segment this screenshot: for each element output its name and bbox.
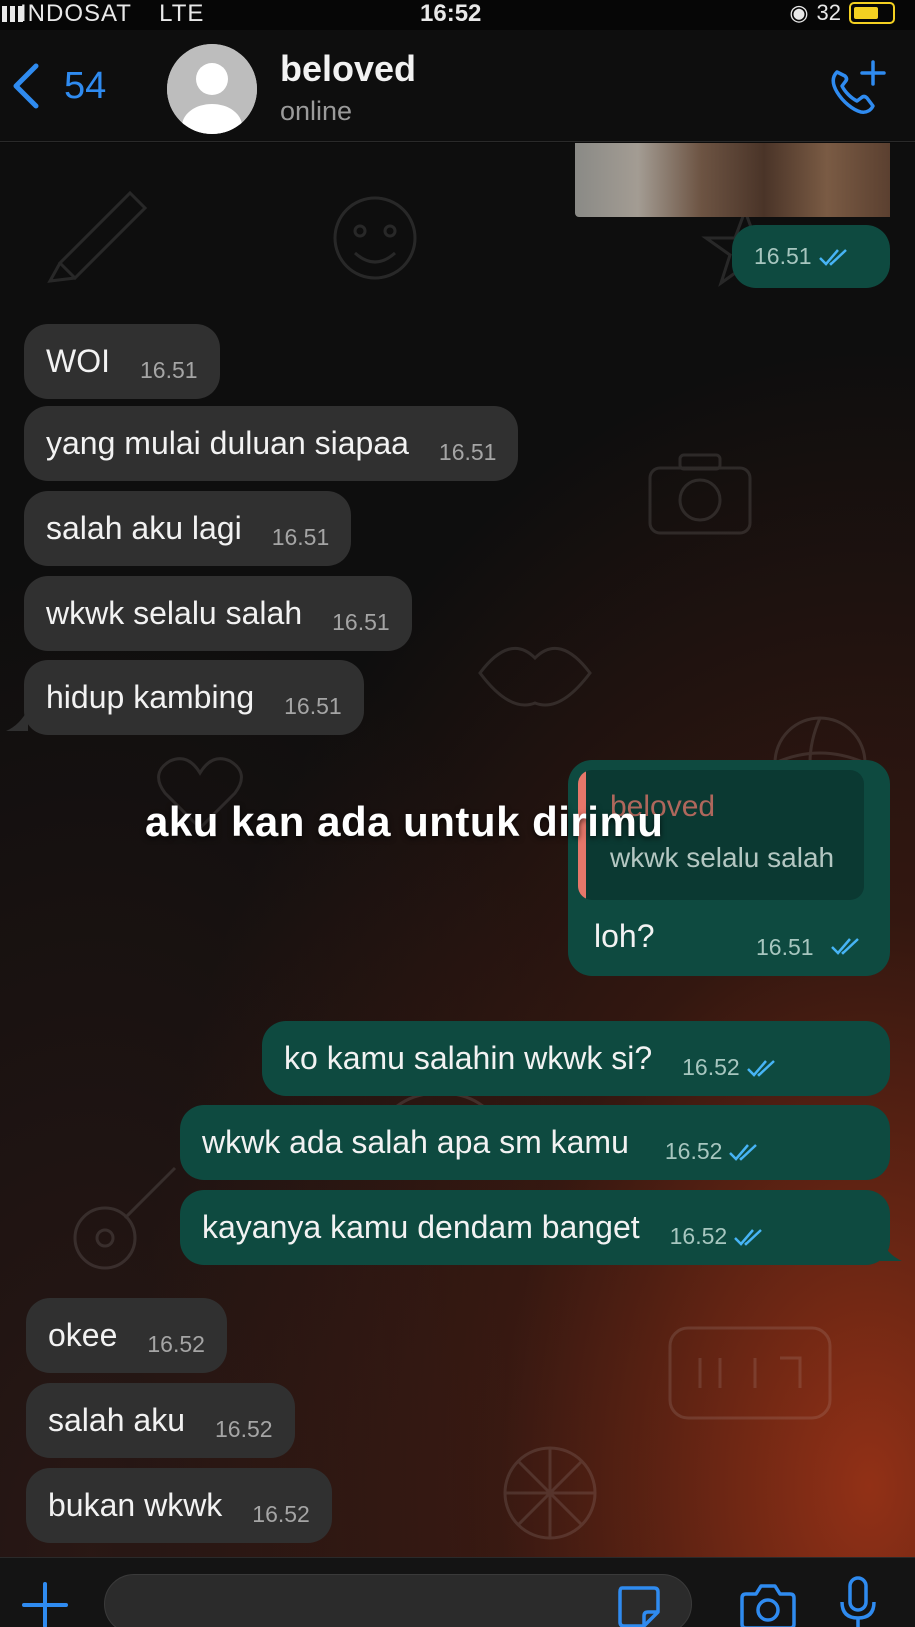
outgoing-message[interactable]: ko kamu salahin wkwk si? 16.52 [262, 1021, 890, 1096]
outgoing-message[interactable]: wkwk ada salah apa sm kamu 16.52 [180, 1105, 890, 1180]
bubble-tail [880, 1239, 902, 1261]
message-time: 16.52 [214, 1416, 273, 1442]
incoming-message[interactable]: wkwk selalu salah 16.51 [24, 576, 412, 651]
message-text: wkwk ada salah apa sm kamu [202, 1124, 629, 1160]
message-text: wkwk selalu salah [46, 595, 303, 631]
message-text: salah aku lagi [46, 510, 242, 546]
bubble-tail [6, 709, 28, 731]
message-time: 16.51 [332, 609, 390, 635]
carrier-name: INDOSAT LTE [20, 0, 204, 28]
chat-header: 54 beloved online [0, 30, 915, 142]
message-time: 16.52 [664, 1138, 723, 1164]
message-time: 16.52 [682, 1054, 740, 1080]
read-ticks-icon [729, 1143, 758, 1161]
back-button[interactable]: 54 [8, 60, 106, 112]
incoming-message[interactable]: bukan wkwk 16.52 [26, 1468, 332, 1543]
read-ticks-icon [746, 1059, 775, 1077]
message-input-bar [0, 1557, 915, 1627]
message-text: hidup kambing [46, 679, 255, 715]
message-time: 16.52 [147, 1331, 205, 1357]
battery-percent: 32 [816, 0, 841, 25]
unread-count: 54 [64, 64, 107, 107]
wallpaper-doodle-camera-icon [648, 453, 752, 535]
status-bar: INDOSAT LTE 16:52 ◉ 32 [0, 0, 915, 30]
wallpaper-doodle-pencil-icon [47, 190, 148, 283]
message-time: 16.51 [271, 524, 330, 550]
message-text: ko kamu salahin wkwk si? [284, 1040, 653, 1076]
message-text: yang mulai duluan siapaa [46, 425, 409, 461]
incoming-message[interactable]: salah aku lagi 16.51 [24, 491, 352, 566]
read-ticks-icon [734, 1228, 763, 1246]
message-time: 16.51 [756, 934, 814, 960]
message-text: bukan wkwk [48, 1487, 223, 1523]
contact-avatar[interactable] [167, 44, 257, 134]
carrier-label: INDOSAT [20, 0, 132, 27]
message-time: 16.51 [139, 357, 198, 383]
incoming-message[interactable]: salah aku 16.52 [26, 1383, 295, 1458]
message-input[interactable] [104, 1574, 692, 1627]
network-type: LTE [159, 0, 205, 27]
photo-message[interactable] [575, 143, 890, 217]
battery-icon [849, 2, 895, 24]
message-text: okee [48, 1317, 118, 1353]
message-time: 16.52 [669, 1223, 728, 1249]
quote-text: wkwk selalu salah [610, 842, 835, 873]
microphone-icon[interactable] [838, 1576, 878, 1627]
message-text: salah aku [48, 1402, 185, 1438]
incoming-message[interactable]: WOI 16.51 [24, 324, 220, 399]
status-time: 16:52 [420, 0, 482, 27]
message-text: loh? [594, 918, 655, 954]
message-time: 16.51 [754, 243, 812, 269]
wallpaper-doodle-clock-icon [668, 1326, 832, 1420]
message-text: WOI [46, 343, 110, 379]
wallpaper-doodle-face-icon [333, 196, 417, 280]
plus-icon[interactable] [20, 1580, 70, 1627]
wallpaper-doodle-lips-icon [478, 647, 592, 707]
overlay-caption: aku kan ada untuk dirimu [145, 798, 664, 845]
camera-icon[interactable] [740, 1580, 796, 1627]
photo-caption-bubble[interactable]: 16.51 [732, 225, 890, 288]
add-call-icon[interactable] [823, 58, 887, 118]
orientation-lock-icon: ◉ [789, 0, 809, 25]
chat-area[interactable]: 16.51 WOI 16.51 yang mulai duluan siapaa… [0, 143, 915, 1557]
default-avatar-icon [167, 44, 257, 134]
incoming-message[interactable]: okee 16.52 [26, 1298, 227, 1373]
incoming-message[interactable]: yang mulai duluan siapaa 16.51 [24, 406, 519, 481]
read-ticks-icon [831, 938, 859, 955]
message-time: 16.51 [284, 693, 342, 719]
outgoing-message[interactable]: kayanya kamu dendam banget 16.52 [180, 1190, 890, 1265]
message-text: kayanya kamu dendam banget [202, 1209, 640, 1245]
wallpaper-doodle-guitar-icon [73, 1166, 177, 1270]
contact-status: online [280, 96, 353, 126]
read-ticks-icon [818, 248, 847, 266]
status-right-icons: ◉ 32 [789, 0, 895, 26]
incoming-message[interactable]: hidup kambing 16.51 [24, 660, 364, 735]
wallpaper-doodle-orange-icon [503, 1446, 597, 1540]
outgoing-reply-message[interactable]: beloved wkwk selalu salah loh? 16.51 [568, 760, 890, 976]
message-time: 16.51 [438, 439, 497, 465]
chevron-left-icon [13, 63, 39, 109]
sticker-icon[interactable] [614, 1582, 662, 1627]
message-time: 16.52 [252, 1501, 310, 1527]
contact-name[interactable]: beloved [280, 48, 416, 90]
